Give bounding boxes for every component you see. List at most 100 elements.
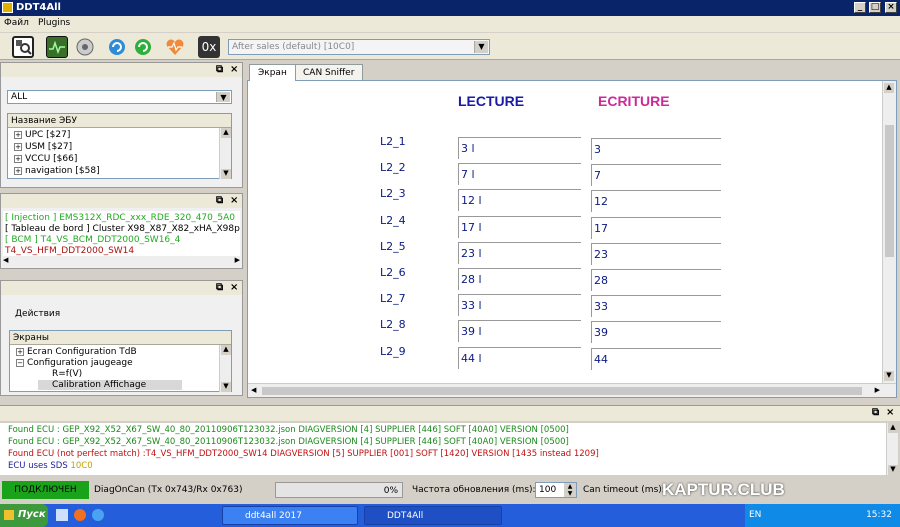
task-ddt4all-2017[interactable]: ddt4all 2017 xyxy=(222,506,358,525)
screen-hscrollbar[interactable]: ◀ ▶ xyxy=(248,383,896,397)
log-panel: Found ECU : GEP_X92_X52_X67_SW_40_80_201… xyxy=(0,423,886,475)
status-bar: ПОДКЛЮЧЕН DiagOnCan (Tx 0x743/Rx 0x763) … xyxy=(0,480,900,500)
ecu-tree-scrollbar[interactable]: ▲ ▼ xyxy=(219,128,231,179)
minimize-button[interactable]: _ xyxy=(854,2,866,13)
system-tray: EN 15:32 xyxy=(745,504,900,527)
undock-icon[interactable]: ⧉ xyxy=(872,407,879,418)
scroll-down-icon[interactable]: ▼ xyxy=(888,465,898,475)
scroll-left-icon[interactable]: ◀ xyxy=(251,386,256,394)
tab-screen[interactable]: Экран xyxy=(249,64,296,81)
refresh-icon[interactable] xyxy=(106,36,128,58)
ecriture-header: ECRITURE xyxy=(598,93,670,109)
ecu-tree-item[interactable]: + USM [$27] xyxy=(14,142,72,152)
screen-tree-item[interactable]: R=f(V) xyxy=(38,369,82,379)
task-ddt4all[interactable]: DDT4All xyxy=(364,506,502,525)
maximize-button[interactable]: □ xyxy=(869,2,881,13)
media-icon[interactable] xyxy=(74,509,86,521)
undock-icon[interactable]: ⧉ xyxy=(216,195,223,206)
menu-file[interactable]: Файл xyxy=(4,18,29,28)
scroll-right-icon[interactable]: ▶ xyxy=(875,386,880,394)
toolbar: 0x After sales (default) [10C0] ▼ xyxy=(0,33,900,60)
write-value-input[interactable]: 39 xyxy=(591,321,721,344)
undock-icon[interactable]: ⧉ xyxy=(216,64,223,75)
screen-vscrollbar[interactable]: ▲ ▼ xyxy=(882,81,896,383)
heartbeat-icon[interactable] xyxy=(164,36,186,58)
write-value-input[interactable]: 3 xyxy=(591,138,721,160)
browser-icon[interactable] xyxy=(92,509,104,521)
scroll-right-icon[interactable]: ▶ xyxy=(235,256,240,264)
close-button[interactable]: × xyxy=(885,2,897,13)
ecu-tree-item[interactable]: + VCCU [$66] xyxy=(14,154,77,164)
undock-icon[interactable]: ⧉ xyxy=(216,282,223,293)
db-list-item[interactable]: [ Injection ] EMS312X_RDC_xxx_RDE_320_47… xyxy=(5,213,235,223)
monitor-icon[interactable] xyxy=(46,36,68,58)
taskbar: Пуск ddt4all 2017 DDT4All EN 15:32 xyxy=(0,504,900,527)
db-list-item[interactable]: T4_VS_HFM_DDT2000_SW14 xyxy=(5,246,134,256)
collapse-icon[interactable]: − xyxy=(16,359,24,367)
expand-icon[interactable]: + xyxy=(14,143,22,151)
write-value-input[interactable]: 7 xyxy=(591,164,721,187)
close-icon[interactable]: × xyxy=(886,407,894,418)
actions-label: Действия xyxy=(15,309,61,319)
screen-tree-item[interactable]: + Ecran Configuration TdB xyxy=(16,347,137,357)
windows-logo-icon xyxy=(4,510,14,520)
hscroll-thumb[interactable] xyxy=(262,387,862,395)
screen-tree-item[interactable]: Calibration Affichage xyxy=(38,380,183,390)
parameter-label: L2_2 xyxy=(380,161,406,175)
write-value-input[interactable]: 12 xyxy=(591,190,721,213)
scroll-down-icon[interactable]: ▼ xyxy=(221,169,231,179)
parameter-label: L2_3 xyxy=(380,187,406,201)
read-value-field: 17 l xyxy=(458,215,581,238)
scroll-up-icon[interactable]: ▲ xyxy=(221,345,231,355)
log-scrollbar[interactable]: ▲ ▼ xyxy=(886,423,898,475)
read-value-field: 39 l xyxy=(458,320,581,343)
can-timeout-label: Can timeout (ms): xyxy=(583,485,665,495)
scroll-left-icon[interactable]: ◀ xyxy=(3,256,8,264)
close-icon[interactable]: × xyxy=(230,64,238,75)
db-list-item[interactable]: [ BCM ] T4_VS_BCM_DDT2000_SW16_4 xyxy=(5,235,180,245)
close-icon[interactable]: × xyxy=(230,282,238,293)
db-panel: ⧉ × [ Injection ] EMS312X_RDC_xxx_RDE_32… xyxy=(0,193,243,269)
ecu-version-value: After sales (default) [10C0] xyxy=(232,42,355,52)
ecu-tree-item[interactable]: + UPC [$27] xyxy=(14,130,70,140)
read-value-field: 7 l xyxy=(458,163,581,186)
read-value-field: 44 l xyxy=(458,346,581,369)
hex-button[interactable]: 0x xyxy=(198,36,220,58)
ecu-tree-item[interactable]: + navigation [$58] xyxy=(14,166,100,176)
db-list-hscrollbar[interactable]: ◀ ▶ xyxy=(3,256,240,266)
ecu-settings-icon[interactable] xyxy=(74,36,96,58)
close-icon[interactable]: × xyxy=(230,195,238,206)
scroll-thumb[interactable] xyxy=(885,125,894,257)
refresh-rate-input[interactable]: 100 ▲ ▼ xyxy=(535,482,577,498)
expand-icon[interactable]: + xyxy=(16,348,24,356)
scroll-up-icon[interactable]: ▲ xyxy=(888,423,898,433)
log-line-text: ECU uses SDS xyxy=(8,461,71,471)
screens-tree-scrollbar[interactable]: ▲ ▼ xyxy=(219,345,231,392)
filter-combo[interactable]: ALL ▼ xyxy=(7,90,232,104)
write-value-input[interactable]: 17 xyxy=(591,216,721,239)
expand-icon[interactable]: + xyxy=(14,155,22,163)
tab-can-sniffer[interactable]: CAN Sniffer xyxy=(294,64,364,81)
scroll-up-icon[interactable]: ▲ xyxy=(884,83,894,93)
scroll-up-icon[interactable]: ▲ xyxy=(221,128,231,138)
write-value-input[interactable]: 28 xyxy=(591,269,721,291)
menu-plugins[interactable]: Plugins xyxy=(38,18,70,28)
ecu-version-combo[interactable]: After sales (default) [10C0] ▼ xyxy=(228,39,490,55)
expand-icon[interactable]: + xyxy=(14,131,22,139)
ecu-tree-item-label: USM [$27] xyxy=(25,142,73,152)
scroll-down-icon[interactable]: ▼ xyxy=(884,371,894,381)
scan-icon[interactable] xyxy=(12,36,34,58)
auto-refresh-icon[interactable] xyxy=(132,36,154,58)
scroll-down-icon[interactable]: ▼ xyxy=(221,382,231,392)
lecture-header: LECTURE xyxy=(458,93,525,109)
expand-icon[interactable]: + xyxy=(14,167,22,175)
write-value-input[interactable]: 44 xyxy=(591,347,721,370)
write-value-input[interactable]: 33 xyxy=(591,295,721,318)
db-list-item[interactable]: [ Tableau de bord ] Cluster X98_X87_X82_… xyxy=(5,224,240,234)
language-indicator[interactable]: EN xyxy=(749,510,761,520)
spin-arrows-icon[interactable]: ▲ ▼ xyxy=(564,483,576,497)
write-value-input[interactable]: 23 xyxy=(591,242,721,265)
desktop-icon[interactable] xyxy=(56,509,68,521)
parameter-label: L2_5 xyxy=(380,239,406,253)
screen-tree-item[interactable]: − Configuration jaugeage xyxy=(16,358,133,368)
